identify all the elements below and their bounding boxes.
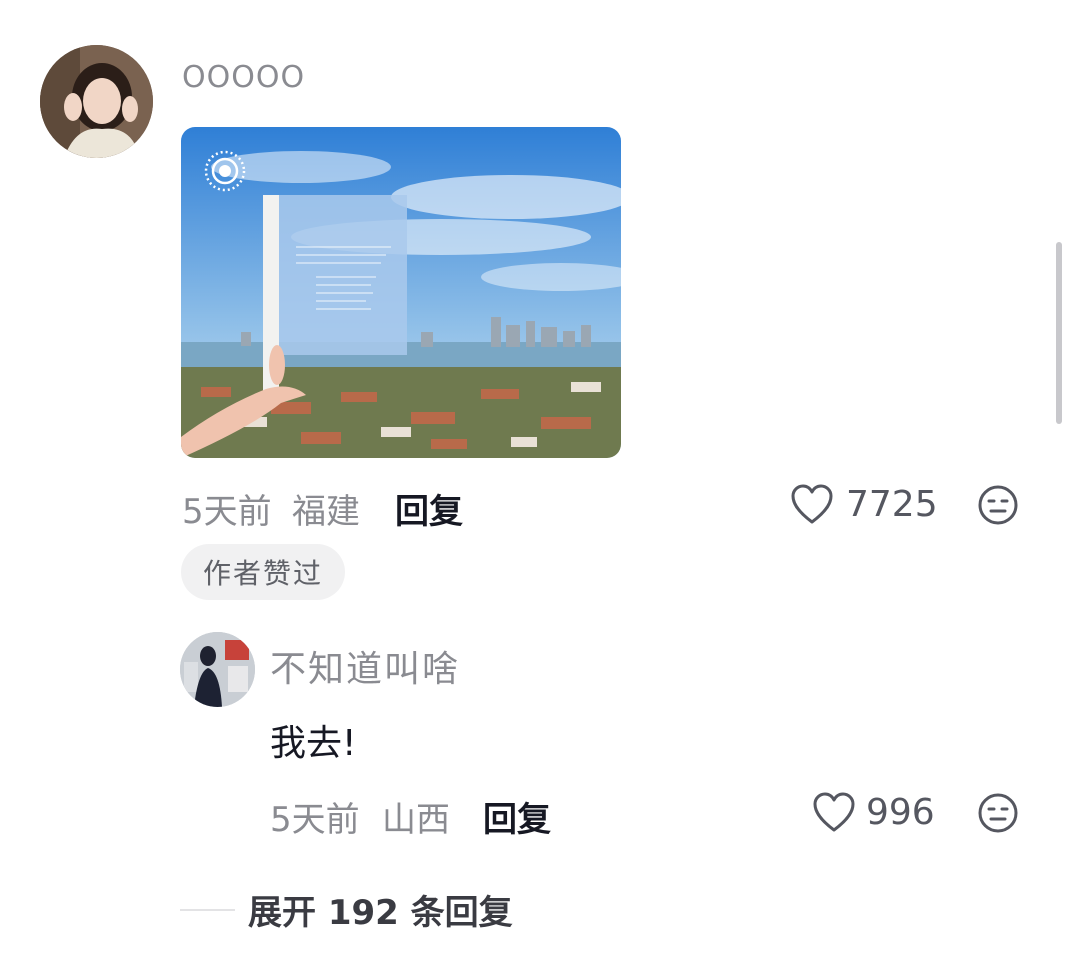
reply-time: 5天前 <box>270 800 360 840</box>
reply-location: 山西 <box>382 800 450 840</box>
reply-like-count: 996 <box>866 792 935 833</box>
comment-location: 福建 <box>292 492 360 532</box>
expand-replies-button[interactable]: 展开 192 条回复 <box>248 885 513 934</box>
author-liked-badge: 作者赞过 <box>181 544 345 600</box>
reply-username[interactable]: 不知道叫啥 <box>270 640 460 692</box>
scrollbar[interactable] <box>1056 242 1062 424</box>
reply-button[interactable]: 回复 <box>395 484 463 533</box>
reply-text: 我去! <box>270 723 357 764</box>
live-photo-icon <box>203 149 247 193</box>
comment-time: 5天前 <box>182 492 272 532</box>
reply-avatar[interactable] <box>180 632 255 707</box>
commenter-username[interactable]: OOOOO <box>182 60 305 95</box>
heart-outline-icon[interactable] <box>812 792 856 834</box>
commenter-avatar[interactable] <box>40 45 153 158</box>
expand-divider <box>180 909 235 911</box>
heart-outline-icon[interactable] <box>790 484 834 526</box>
neutral-face-icon[interactable] <box>977 792 1019 834</box>
like-count: 7725 <box>846 484 938 525</box>
comment-photo[interactable] <box>181 127 621 458</box>
reply-reply-button[interactable]: 回复 <box>483 792 551 841</box>
neutral-face-icon[interactable] <box>977 484 1019 526</box>
